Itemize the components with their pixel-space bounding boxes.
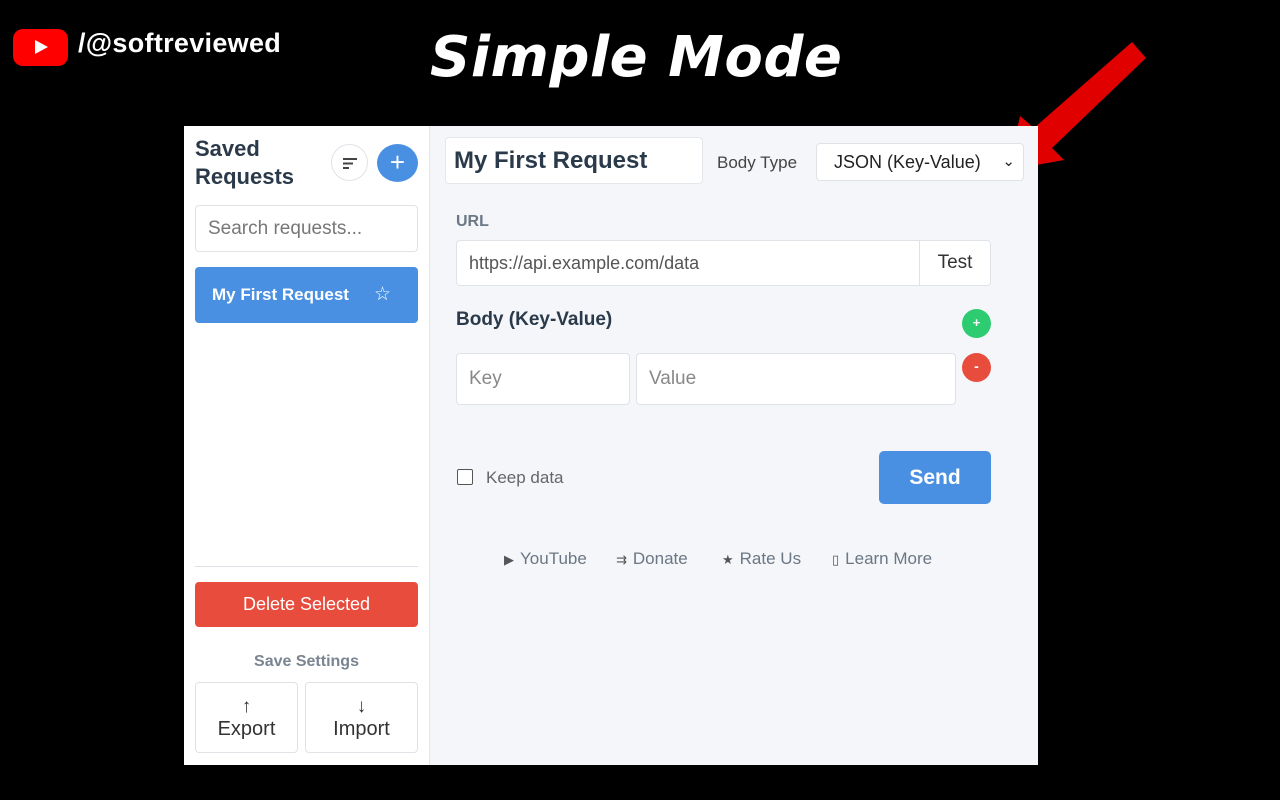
headline-title: Simple Mode (430, 25, 843, 90)
sort-button[interactable] (331, 144, 368, 181)
search-input[interactable] (195, 205, 418, 252)
donate-link-label: Donate (632, 549, 688, 568)
url-label: URL (456, 213, 489, 230)
youtube-link-label: YouTube (520, 549, 587, 568)
app-window: Saved Requests + My First Request ☆ Dele… (184, 126, 1038, 765)
sort-lines-icon (343, 158, 357, 169)
export-button[interactable]: ↑ Export (195, 682, 298, 753)
sidebar-divider (195, 566, 418, 567)
save-settings-label: Save Settings (254, 653, 359, 670)
add-row-button[interactable]: + (962, 309, 991, 338)
star-filled-icon: ★ (722, 552, 734, 567)
learn-more-link-label: Learn More (845, 549, 933, 568)
channel-handle: /@softreviewed (78, 28, 282, 58)
test-button[interactable]: Test (919, 240, 991, 286)
sidebar: Saved Requests + My First Request ☆ Dele… (184, 126, 430, 765)
remove-row-button[interactable]: - (962, 353, 991, 382)
value-field[interactable]: Value (636, 353, 956, 405)
donate-icon: ⇉ (616, 552, 627, 567)
sidebar-title-line1: Saved (195, 136, 260, 161)
book-icon: ▯ (832, 552, 840, 567)
sidebar-title-line2: Requests (195, 164, 295, 189)
arrow-up-icon: ↑ (241, 696, 252, 717)
body-type-label: Body Type (717, 153, 798, 172)
add-request-button[interactable]: + (377, 144, 418, 182)
play-icon (35, 40, 48, 54)
arrow-down-icon: ↓ (356, 696, 367, 717)
delete-selected-button[interactable]: Delete Selected (195, 582, 418, 627)
body-type-value: JSON (Key-Value) (834, 152, 981, 172)
body-section-title: Body (Key-Value) (456, 309, 613, 330)
donate-link[interactable]: ⇉ Donate (616, 549, 688, 569)
key-field[interactable]: Key (456, 353, 630, 405)
sidebar-title: Saved Requests (195, 135, 294, 191)
plus-icon: + (389, 147, 406, 177)
chevron-down-icon: ⌄ (1002, 153, 1015, 170)
request-item-label: My First Request (212, 285, 349, 304)
rate-us-link[interactable]: ★ Rate Us (722, 549, 801, 569)
send-button[interactable]: Send (879, 451, 991, 504)
learn-more-link[interactable]: ▯ Learn More (832, 549, 932, 569)
import-label: Import (333, 718, 390, 740)
keep-data-checkbox[interactable] (457, 469, 473, 485)
youtube-logo-icon (13, 29, 68, 66)
list-item[interactable]: My First Request ☆ (195, 267, 418, 323)
youtube-icon: ▶ (504, 552, 514, 567)
request-name-input[interactable]: My First Request (445, 137, 703, 184)
body-type-select[interactable]: JSON (Key-Value) ⌄ (816, 143, 1024, 181)
youtube-link[interactable]: ▶ YouTube (504, 549, 587, 569)
import-button[interactable]: ↓ Import (305, 682, 418, 753)
url-input[interactable]: https://api.example.com/data (456, 240, 920, 286)
star-icon[interactable]: ☆ (374, 283, 391, 306)
keep-data-label[interactable]: Keep data (486, 468, 564, 488)
export-label: Export (217, 718, 276, 740)
rate-us-link-label: Rate Us (739, 549, 802, 568)
